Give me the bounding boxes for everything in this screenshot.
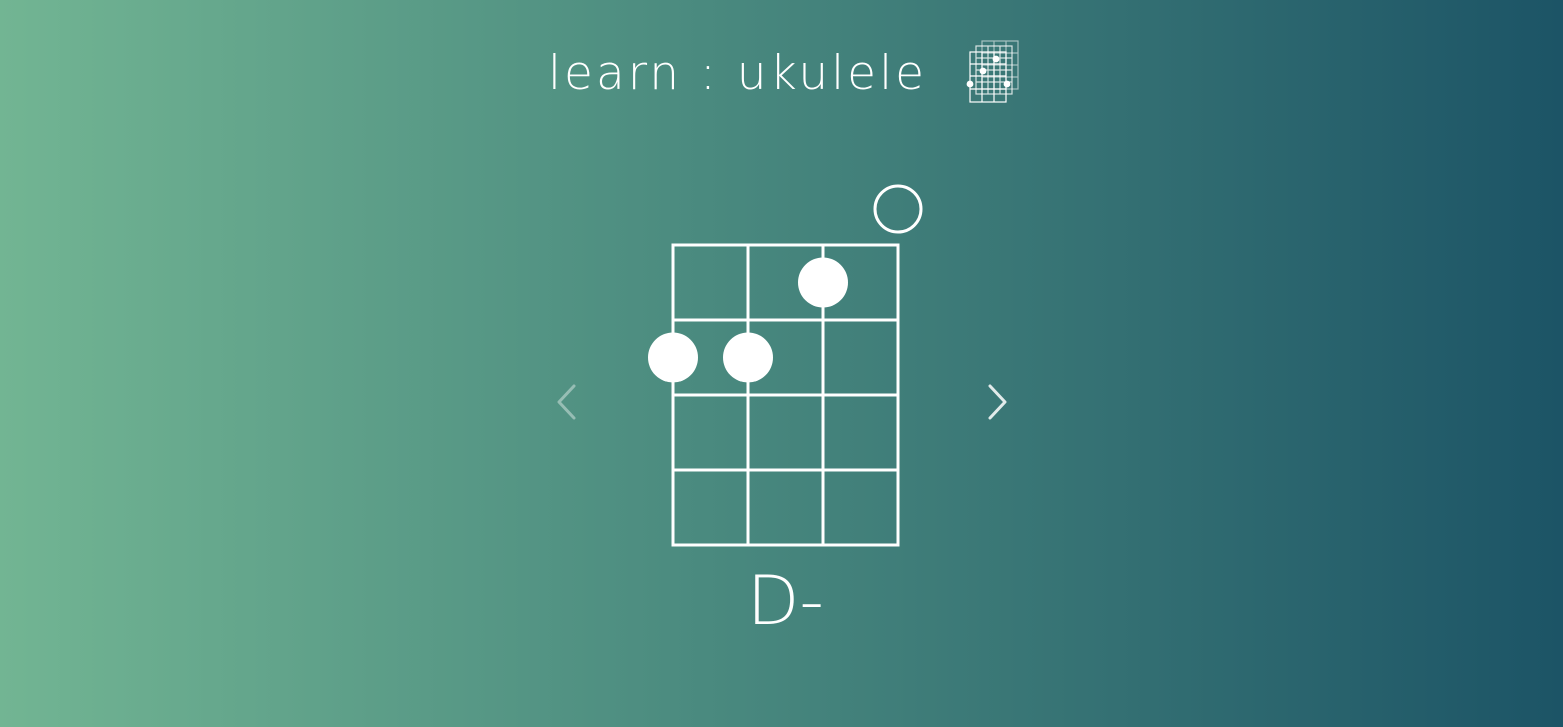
chevron-left-icon [557,384,576,420]
prev-chord-button[interactable] [552,380,582,424]
chord-name: D- [747,562,824,641]
chord-chart-stack-icon [966,40,1019,103]
open-string-marker [873,184,923,234]
chord-diagram [648,184,923,547]
finger-dot [723,332,773,383]
finger-dot [648,332,698,383]
app-title: learn : ukulele [548,46,928,101]
next-chord-button[interactable] [982,380,1012,424]
finger-dot [798,257,848,308]
chevron-right-icon [988,384,1007,420]
app-header: learn : ukulele [0,38,1563,112]
